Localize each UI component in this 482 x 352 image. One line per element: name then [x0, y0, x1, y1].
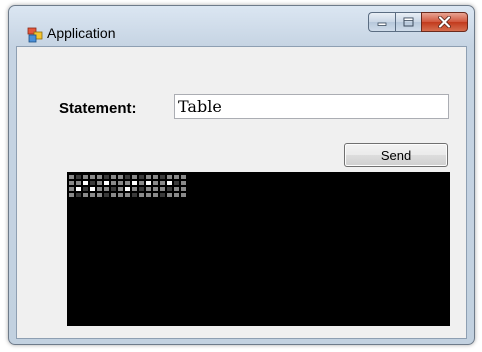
led-dot	[181, 187, 186, 191]
led-dot	[90, 181, 95, 185]
led-dot	[174, 187, 179, 191]
led-dot	[139, 175, 144, 179]
led-dot	[146, 175, 151, 179]
window-title: Application	[47, 25, 116, 41]
led-dot	[153, 193, 158, 197]
led-dot	[76, 181, 81, 185]
led-dot	[146, 193, 151, 197]
led-dot	[90, 187, 95, 191]
led-dot	[118, 193, 123, 197]
led-dot	[125, 181, 130, 185]
led-dot	[83, 181, 88, 185]
led-dot	[132, 187, 137, 191]
led-dot	[97, 175, 102, 179]
led-dot	[76, 175, 81, 179]
led-dot	[76, 187, 81, 191]
led-dot	[104, 193, 109, 197]
minimize-button[interactable]	[368, 12, 395, 32]
led-dot	[153, 175, 158, 179]
led-dot	[167, 193, 172, 197]
caption-buttons	[368, 12, 468, 32]
led-dot	[69, 187, 74, 191]
led-dot	[125, 187, 130, 191]
led-dot	[160, 193, 165, 197]
led-dot	[83, 193, 88, 197]
led-dot	[139, 187, 144, 191]
led-dot	[174, 193, 179, 197]
led-dot	[181, 181, 186, 185]
led-dot	[111, 181, 116, 185]
led-display	[67, 172, 450, 326]
title-bar[interactable]: Application	[9, 6, 474, 46]
statement-label: Statement:	[59, 100, 137, 117]
led-dot	[132, 175, 137, 179]
led-dot	[83, 187, 88, 191]
led-dot	[153, 187, 158, 191]
led-dot	[174, 175, 179, 179]
led-dot	[146, 187, 151, 191]
maximize-icon	[403, 17, 414, 27]
led-dot	[69, 181, 74, 185]
led-dot	[97, 181, 102, 185]
led-dot	[111, 175, 116, 179]
led-dot	[97, 187, 102, 191]
led-dot	[83, 175, 88, 179]
close-button[interactable]	[421, 12, 468, 32]
led-dot	[118, 175, 123, 179]
led-dot	[125, 175, 130, 179]
led-dot	[97, 193, 102, 197]
application-window: Application Statement: Table Send	[8, 5, 475, 345]
application-icon	[27, 27, 43, 43]
led-dot	[160, 181, 165, 185]
led-dot	[90, 193, 95, 197]
send-button[interactable]: Send	[344, 143, 448, 167]
led-dot	[132, 193, 137, 197]
maximize-button[interactable]	[395, 12, 421, 32]
led-dot	[76, 193, 81, 197]
led-dot	[181, 175, 186, 179]
led-dot	[69, 175, 74, 179]
led-dot	[69, 193, 74, 197]
led-dot	[104, 187, 109, 191]
led-dot	[125, 193, 130, 197]
led-dot	[132, 181, 137, 185]
led-dot	[104, 181, 109, 185]
led-dot	[139, 193, 144, 197]
statement-input[interactable]	[174, 94, 449, 119]
led-dot	[153, 181, 158, 185]
led-dot	[167, 187, 172, 191]
led-dot	[118, 187, 123, 191]
led-dot	[104, 175, 109, 179]
led-dot	[90, 175, 95, 179]
led-dot	[111, 187, 116, 191]
close-icon	[438, 16, 451, 28]
led-dot	[167, 181, 172, 185]
led-dot	[174, 181, 179, 185]
client-area: Statement: Send	[16, 46, 467, 339]
minimize-icon	[377, 22, 387, 26]
led-dot	[160, 175, 165, 179]
led-dot	[146, 181, 151, 185]
led-dot	[139, 181, 144, 185]
led-dot	[111, 193, 116, 197]
led-dot	[118, 181, 123, 185]
led-dot	[160, 187, 165, 191]
led-dot	[181, 193, 186, 197]
led-dot	[167, 175, 172, 179]
